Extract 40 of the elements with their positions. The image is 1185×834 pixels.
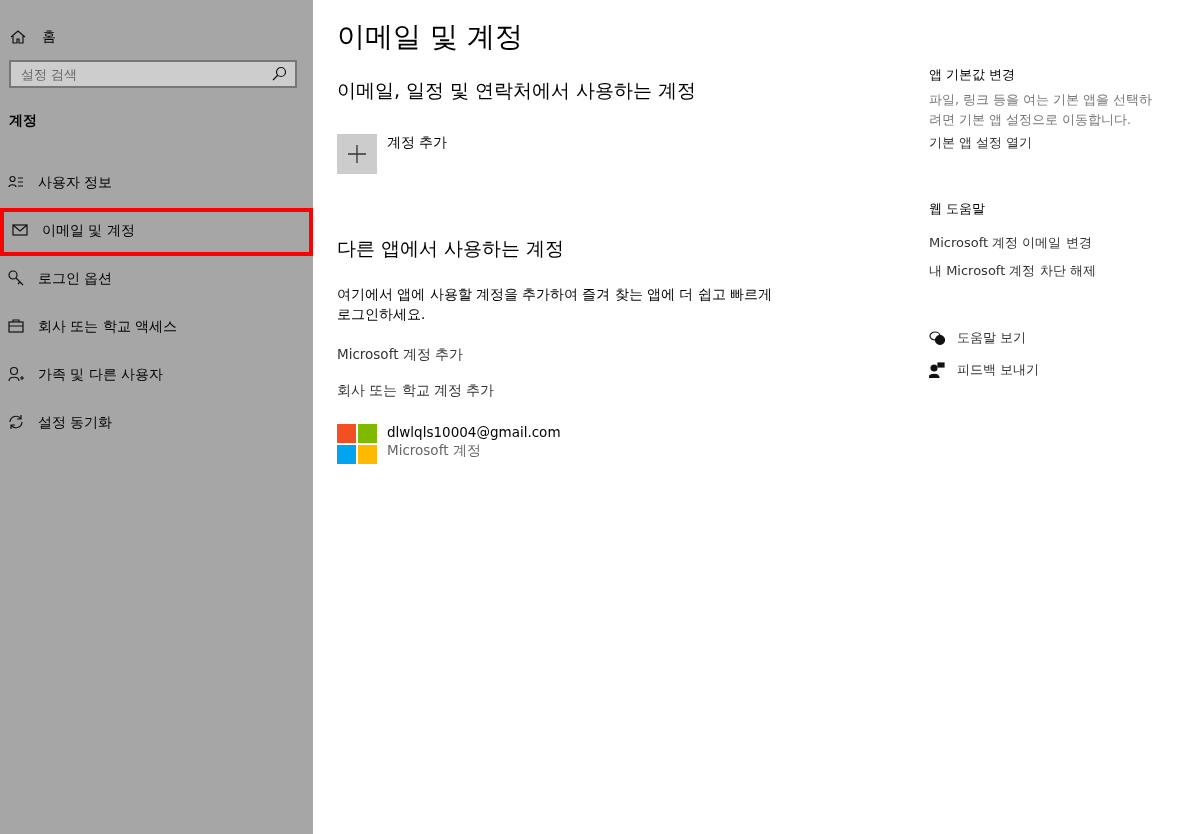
- add-account-button[interactable]: [337, 134, 377, 174]
- aside-heading: 앱 기본값 변경: [929, 66, 1017, 84]
- person-list-icon: [8, 174, 24, 190]
- home-icon: [10, 29, 26, 45]
- search-box[interactable]: 설정 검색: [9, 60, 297, 88]
- sync-icon: [8, 414, 24, 430]
- nav-item[interactable]: 회사 또는 학교 액세스: [0, 304, 313, 352]
- add-account-label[interactable]: 계정 추가: [387, 134, 448, 174]
- section-heading: 다른 앱에서 사용하는 계정: [337, 236, 566, 261]
- briefcase-icon: [8, 318, 24, 334]
- help-chat-icon: [929, 330, 945, 346]
- four-squares-logo-icon: [337, 424, 377, 464]
- key-icon: [8, 270, 24, 286]
- section-heading: 이메일, 일정 및 연락처에서 사용하는 계정: [337, 78, 698, 103]
- action-link[interactable]: 도움말 보기: [957, 329, 1027, 347]
- description-text: 여기에서 앱에 사용할 계정을 추가하여 즐겨 찾는 앱에 더 쉽고 빠르게 로그인하세요.: [337, 285, 773, 324]
- feedback-person-icon: [929, 362, 945, 378]
- aside-heading: 웹 도움말: [929, 200, 987, 218]
- page-title: 이메일 및 계정: [337, 19, 524, 55]
- search-icon: [271, 66, 287, 82]
- plus-icon: [348, 145, 366, 163]
- action-link[interactable]: 피드백 보내기: [957, 361, 1040, 379]
- section-heading: 계정: [9, 112, 37, 128]
- nav-item[interactable]: 로그인 옵션: [0, 256, 313, 304]
- help-link[interactable]: 내 Microsoft 계정 차단 해제: [929, 262, 1169, 280]
- search-field[interactable]: 설정 검색: [19, 65, 271, 83]
- nav-item[interactable]: 가족 및 다른 사용자: [0, 352, 313, 400]
- add-account-link[interactable]: Microsoft 계정 추가: [337, 346, 929, 364]
- aside-description: 파일, 링크 등을 여는 기본 앱을 선택하려면 기본 앱 설정으로 이동합니다.: [929, 91, 1153, 129]
- add-account-link[interactable]: 회사 또는 학교 계정 추가: [337, 382, 929, 400]
- nav-item[interactable]: 이메일 및 계정: [0, 208, 313, 256]
- account-type: Microsoft 계정: [387, 442, 482, 460]
- default-apps-link[interactable]: 기본 앱 설정 열기: [929, 134, 1169, 152]
- person-add-icon: [8, 366, 24, 382]
- help-link[interactable]: Microsoft 계정 이메일 변경: [929, 234, 1169, 252]
- nav-item[interactable]: 설정 동기화: [0, 400, 313, 448]
- mail-icon: [12, 222, 28, 238]
- nav-item[interactable]: 사용자 정보: [0, 160, 313, 208]
- home-link[interactable]: 홈: [42, 28, 56, 46]
- account-email: dlwlqls10004@gmail.com: [387, 424, 561, 440]
